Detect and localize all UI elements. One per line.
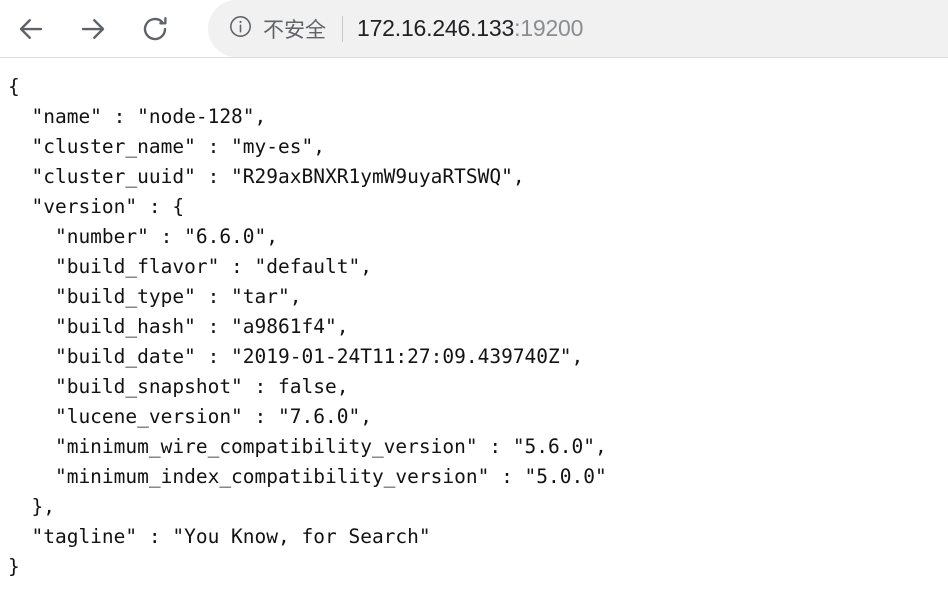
- navigation-buttons: [0, 0, 186, 57]
- back-button[interactable]: [0, 0, 62, 57]
- omnibox-divider: [342, 15, 343, 42]
- address-bar[interactable]: 不安全 172.16.246.133:19200: [208, 0, 948, 57]
- forward-button[interactable]: [62, 0, 124, 57]
- url-port: :19200: [514, 15, 584, 41]
- security-status-label: 不安全: [263, 17, 326, 42]
- url-host: 172.16.246.133: [357, 15, 515, 41]
- reload-button[interactable]: [124, 0, 186, 57]
- reload-icon: [140, 14, 170, 44]
- json-response-body: { "name" : "node-128", "cluster_name" : …: [8, 75, 607, 578]
- info-circle-icon: [228, 14, 253, 44]
- browser-toolbar: 不安全 172.16.246.133:19200: [0, 0, 948, 58]
- site-security-chip[interactable]: 不安全: [228, 14, 326, 44]
- forward-arrow-icon: [78, 14, 108, 44]
- back-arrow-icon: [16, 14, 46, 44]
- url-display[interactable]: 172.16.246.133:19200: [357, 15, 583, 42]
- page-content: { "name" : "node-128", "cluster_name" : …: [0, 58, 948, 616]
